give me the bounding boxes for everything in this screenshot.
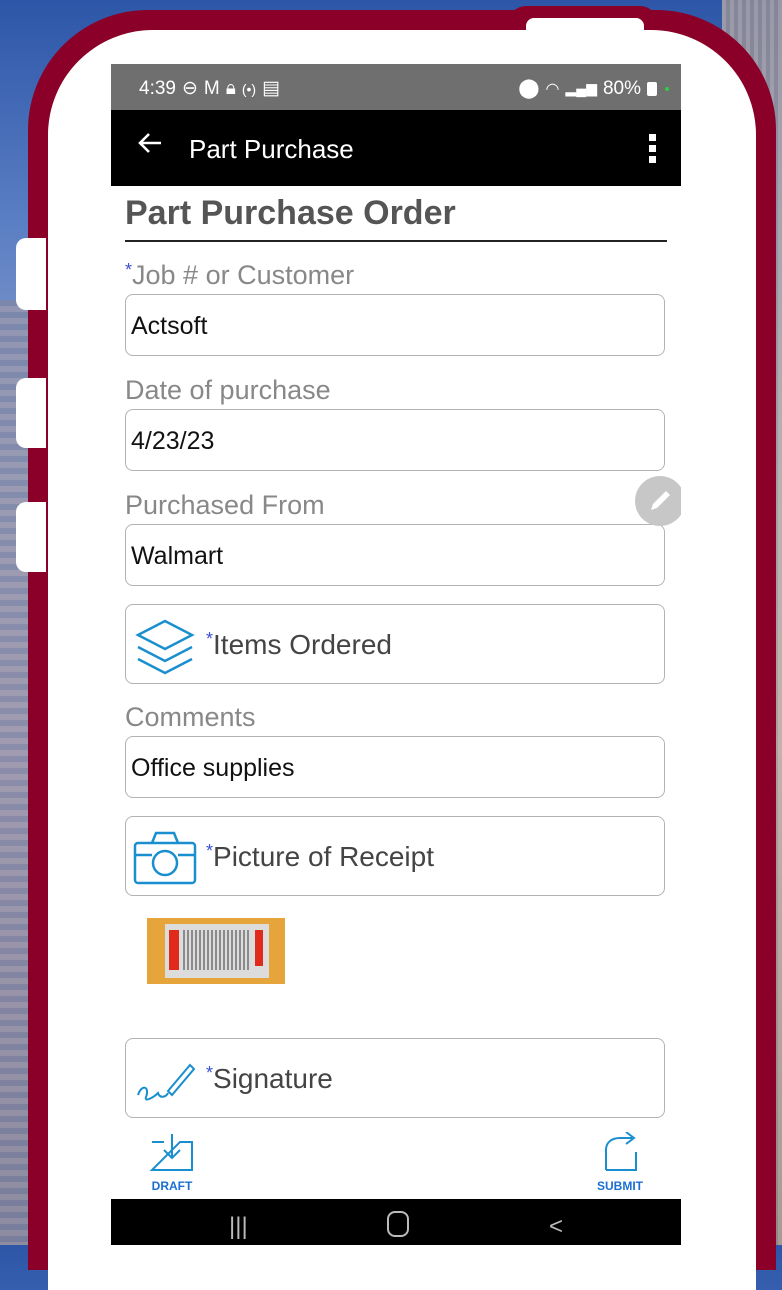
layers-icon [135,619,195,675]
wifi-icon: ◠ [545,80,560,98]
do-not-disturb-icon: ⊖ [181,78,198,99]
lock-icon: 🔒︎ [225,77,236,99]
side-button [16,502,46,572]
date-label: Date of purchase [125,375,331,405]
signature-icon [137,1063,196,1101]
home-icon[interactable] [387,1211,409,1237]
back-arrow-icon[interactable] [137,130,163,156]
submit-share-icon [605,1131,637,1171]
save-draft-icon [149,1134,193,1171]
battery-percent: 80% [602,77,641,99]
picture-of-receipt-button[interactable]: *Picture of Receipt [125,816,665,896]
comments-field[interactable]: Office supplies [125,736,665,798]
camera-icon [133,831,197,885]
purchased-from-field[interactable]: Walmart [125,524,665,586]
status-time: 4:39 [139,77,176,99]
side-button [16,378,46,448]
overflow-menu-icon[interactable] [649,134,657,167]
signature-label: *Signature [206,1063,333,1094]
picture-of-receipt-label: *Picture of Receipt [206,841,435,872]
required-marker: * [125,260,133,280]
draft-label: DRAFT [151,1179,193,1193]
signature-button[interactable]: *Signature [125,1038,665,1118]
edit-fab[interactable] [635,476,681,526]
phone-screen: 4:39 ⊖ M 🔒︎ (•) ▤ ⬤ ◠ ▂▄▆ 80% Part Purch… [111,64,681,1245]
calendar-icon: ▤ [262,78,281,99]
side-button [16,238,46,310]
gmail-icon: M [203,77,220,99]
hotspot-icon: (•) [241,80,257,97]
back-nav-icon[interactable]: < [549,1213,563,1241]
system-nav-bar: ||| < [111,1199,681,1245]
job-label: *Job # or Customer [125,260,355,290]
location-icon: ⬤ [518,78,540,99]
purchased-from-label: Purchased From [125,490,325,520]
recents-icon[interactable]: ||| [229,1213,248,1241]
comments-label: Comments [125,702,256,732]
charging-dot [665,86,669,91]
receipt-thumbnail[interactable] [147,918,285,984]
pencil-icon [651,491,670,510]
items-ordered-button[interactable]: *Items Ordered [125,604,665,684]
status-bar: 4:39 ⊖ M 🔒︎ (•) ▤ ⬤ ◠ ▂▄▆ 80% [111,64,681,110]
app-bar: Part Purchase [111,110,681,186]
signal-icon: ▂▄▆ [565,80,597,96]
title-divider [125,240,667,242]
draft-button[interactable]: DRAFT [137,1132,207,1193]
items-ordered-label: *Items Ordered [206,629,392,660]
app-bar-title: Part Purchase [189,134,354,164]
job-customer-field[interactable]: Actsoft [125,294,665,356]
submit-button[interactable]: SUBMIT [585,1131,655,1193]
battery-icon [647,81,657,96]
submit-label: SUBMIT [597,1179,643,1193]
date-field[interactable]: 4/23/23 [125,409,665,471]
form-title: Part Purchase Order [125,194,456,232]
